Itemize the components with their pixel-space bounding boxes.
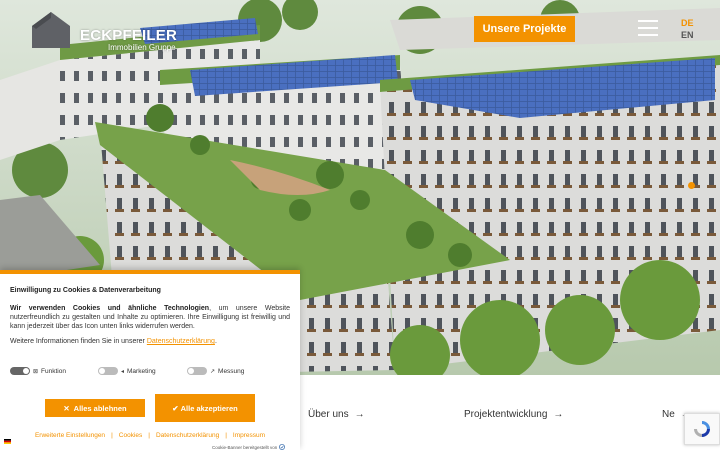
projects-button[interactable]: Unsere Projekte <box>474 16 575 42</box>
cookie-title: Einwilligung zu Cookies & Datenverarbeit… <box>10 287 161 294</box>
divider: | <box>148 432 150 439</box>
toggle-switch[interactable] <box>98 367 118 375</box>
nav-link-label: Ne <box>662 409 675 420</box>
logo[interactable]: ECKPFEILER Immobilien Gruppe <box>28 10 198 54</box>
toggle-label: Funktion <box>41 367 66 375</box>
imprint-link[interactable]: Impressum <box>233 432 265 439</box>
hamburger-menu-icon[interactable] <box>638 20 658 36</box>
cookie-more-suffix: . <box>214 338 217 345</box>
recaptcha-badge[interactable] <box>684 413 720 445</box>
toggle-label: Messung <box>218 367 245 375</box>
toggle-function[interactable]: ⊠ Funktion <box>10 367 66 375</box>
accept-all-button[interactable]: ✔ Alle akzeptieren <box>155 394 255 422</box>
cookie-more-prefix: Weitere Informationen finden Sie in unse… <box>10 338 147 345</box>
toggle-switch[interactable] <box>187 367 207 375</box>
toggle-measurement[interactable]: ↗ Messung <box>187 367 244 375</box>
check-icon: ✔ <box>172 403 181 413</box>
nav-link-development[interactable]: Projektentwicklung → <box>464 409 563 420</box>
arrow-right-icon: → <box>354 409 365 420</box>
close-icon: ✕ <box>63 403 70 413</box>
recaptcha-icon <box>694 421 710 437</box>
slider-dot[interactable] <box>688 182 695 189</box>
logo-house-icon <box>32 12 70 48</box>
toggle-switch[interactable] <box>10 367 30 375</box>
cookie-toggles: ⊠ Funktion ◂ Marketing ↗ Messung <box>10 367 290 379</box>
privacy-policy-link[interactable]: Datenschutzerklärung <box>147 338 215 345</box>
divider: | <box>111 432 113 439</box>
cookie-banner: Einwilligung zu Cookies & Datenverarbeit… <box>0 270 300 450</box>
divider: | <box>225 432 227 439</box>
toggle-marketing[interactable]: ◂ Marketing <box>98 367 156 375</box>
german-flag-icon[interactable] <box>4 439 11 444</box>
provider-logo-icon <box>279 444 286 450</box>
arrow-right-icon: → <box>553 409 564 420</box>
cookie-provider-credit: Cookie-Banner bereitgestellt von <box>212 444 286 450</box>
cookie-credit-text: Cookie-Banner bereitgestellt von <box>212 444 278 450</box>
nav-link-label: Projektentwicklung <box>464 409 548 420</box>
cookie-footer-links: Erweiterte Einstellungen | Cookies | Dat… <box>0 432 300 439</box>
reject-all-label: Alles ablehnen <box>73 403 127 413</box>
cookie-text: Wir verwenden Cookies und ähnliche Techn… <box>10 304 290 331</box>
toggle-label: Marketing <box>127 367 156 375</box>
language-en-link[interactable]: EN <box>681 30 694 40</box>
marketing-icon: ◂ <box>121 368 125 375</box>
measurement-icon: ↗ <box>210 368 216 375</box>
cookies-link[interactable]: Cookies <box>119 432 142 439</box>
cookie-more-info: Weitere Informationen finden Sie in unse… <box>10 338 290 345</box>
logo-name: ECKPFEILER <box>80 27 178 44</box>
reject-all-button[interactable]: ✕ Alles ablehnen <box>45 399 145 417</box>
nav-link-label: Über uns <box>308 409 349 420</box>
cookie-text-bold: Wir verwenden Cookies und ähnliche Techn… <box>10 305 210 312</box>
logo-subtitle: Immobilien Gruppe <box>108 43 176 52</box>
language-de-link[interactable]: DE <box>681 18 694 28</box>
function-icon: ⊠ <box>33 368 39 375</box>
nav-link-about[interactable]: Über uns → <box>308 409 365 420</box>
accept-all-label: Alle akzeptieren <box>180 403 238 413</box>
privacy-link[interactable]: Datenschutzerklärung <box>156 432 219 439</box>
advanced-settings-link[interactable]: Erweiterte Einstellungen <box>35 432 105 439</box>
